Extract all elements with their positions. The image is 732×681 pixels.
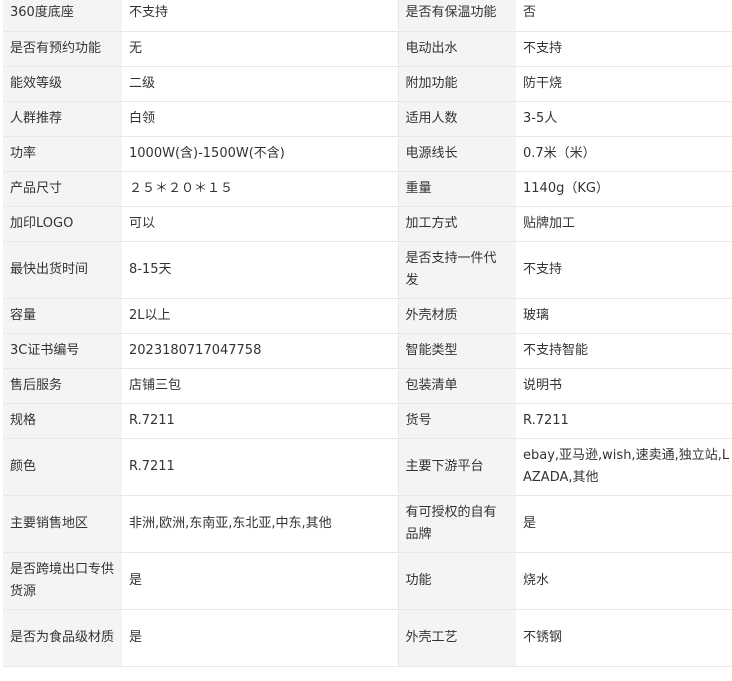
attribute-row: 能效等级 二级 附加功能 防干烧 (3, 66, 732, 102)
attribute-value-cell: 是 (122, 552, 399, 610)
attribute-name-cell: 最快出货时间 (3, 241, 122, 299)
attribute-name-cell: 适用人数 (398, 101, 516, 137)
attribute-name-cell: 主要下游平台 (398, 438, 516, 496)
attribute-value-cell: 2023180717047758 (122, 333, 399, 369)
attribute-name-cell: 是否为食品级材质 (3, 609, 122, 667)
attributes-table-body: 360度底座 不支持 是否有保温功能否是否有预约功能无电动出水 不支持 能效等级 二级 附加… (3, 0, 732, 667)
attribute-name-cell: 产品尺寸 (3, 171, 122, 207)
attribute-value-cell: 非洲,欧洲,东南亚,东北亚,中东,其他 (122, 495, 399, 553)
attribute-row: 功率 1000W(含)-1500W(不含) 电源线长 0.7米（米） (3, 136, 732, 172)
attribute-value-cell: R.7211 (516, 403, 732, 439)
attribute-value-cell: 说明书 (516, 368, 732, 404)
attribute-row: 最快出货时间 8-15天 是否支持一件代发 不支持 (3, 241, 732, 299)
attribute-value-cell: 防干烧 (516, 66, 732, 102)
attribute-row: 人群推荐 白领 适用人数 3-5人 (3, 101, 732, 137)
attribute-value-cell: R.7211 (122, 403, 399, 439)
attribute-name-cell: 电源线长 (398, 136, 516, 172)
attribute-value-cell: 8-15天 (122, 241, 399, 299)
attribute-value-cell: 不支持智能 (516, 333, 732, 369)
attribute-value-cell: 是 (516, 495, 732, 553)
attribute-value-cell: 玻璃 (516, 298, 732, 334)
attribute-value-cell: 0.7米（米） (516, 136, 732, 172)
attribute-name-cell: 是否有保温功能 (398, 0, 516, 32)
attribute-row: 是否跨境出口专供货源是功能 烧水 (3, 552, 732, 610)
attribute-row: 3C证书编号 2023180717047758 智能类型 不支持智能 (3, 333, 732, 369)
attribute-name-cell: 外壳材质 (398, 298, 516, 334)
attribute-name-cell: 外壳工艺 (398, 609, 516, 667)
attribute-name-cell: 电动出水 (398, 31, 516, 67)
attribute-value-cell: 店铺三包 (122, 368, 399, 404)
attribute-value-cell: 不锈钢 (516, 609, 732, 667)
attribute-name-cell: 重量 (398, 171, 516, 207)
attribute-name-cell: 3C证书编号 (3, 333, 122, 369)
attribute-row: 主要销售地区 非洲,欧洲,东南亚,东北亚,中东,其他 有可授权的自有品牌是 (3, 495, 732, 553)
attribute-value-cell: ２５＊２０＊１５ (122, 171, 399, 207)
attribute-row: 产品尺寸 ２５＊２０＊１５ 重量 1140g（KG） (3, 171, 732, 207)
attribute-name-cell: 功能 (398, 552, 516, 610)
attribute-name-cell: 360度底座 (3, 0, 122, 32)
attribute-name-cell: 功率 (3, 136, 122, 172)
attribute-name-cell: 是否支持一件代发 (398, 241, 516, 299)
attribute-name-cell: 包装清单 (398, 368, 516, 404)
attribute-value-cell: ebay,亚马逊,wish,速卖通,独立站,LAZADA,其他 (516, 438, 732, 496)
attribute-name-cell: 主要销售地区 (3, 495, 122, 553)
attribute-value-cell: 贴牌加工 (516, 206, 732, 242)
attribute-row: 颜色 R.7211 主要下游平台 ebay,亚马逊,wish,速卖通,独立站,LAZA… (3, 438, 732, 496)
attribute-value-cell: 3-5人 (516, 101, 732, 137)
attribute-value-cell: R.7211 (122, 438, 399, 496)
attribute-name-cell: 容量 (3, 298, 122, 334)
attribute-name-cell: 颜色 (3, 438, 122, 496)
attribute-value-cell: 二级 (122, 66, 399, 102)
attribute-row: 容量 2L以上 外壳材质 玻璃 (3, 298, 732, 334)
product-attributes-table: 360度底座 不支持 是否有保温功能否是否有预约功能无电动出水 不支持 能效等级 二级 附加… (3, 0, 732, 667)
attribute-value-cell: 可以 (122, 206, 399, 242)
attribute-name-cell: 加印LOGO (3, 206, 122, 242)
attribute-value-cell: 白领 (122, 101, 399, 137)
attribute-value-cell: 否 (516, 0, 732, 32)
attribute-value-cell: 不支持 (516, 31, 732, 67)
attribute-name-cell: 规格 (3, 403, 122, 439)
attribute-row: 规格 R.7211 货号 R.7211 (3, 403, 732, 439)
attribute-row: 360度底座 不支持 是否有保温功能否 (3, 0, 732, 32)
attribute-name-cell: 有可授权的自有品牌 (398, 495, 516, 553)
attribute-value-cell: 1140g（KG） (516, 171, 732, 207)
attribute-value-cell: 不支持 (516, 241, 732, 299)
attribute-row: 售后服务 店铺三包 包装清单 说明书 (3, 368, 732, 404)
attribute-row: 是否有预约功能无电动出水 不支持 (3, 31, 732, 67)
attribute-name-cell: 是否跨境出口专供货源 (3, 552, 122, 610)
attribute-name-cell: 售后服务 (3, 368, 122, 404)
attribute-name-cell: 智能类型 (398, 333, 516, 369)
attribute-value-cell: 烧水 (516, 552, 732, 610)
attribute-name-cell: 能效等级 (3, 66, 122, 102)
attribute-value-cell: 2L以上 (122, 298, 399, 334)
attribute-value-cell: 不支持 (122, 0, 399, 32)
attribute-value-cell: 1000W(含)-1500W(不含) (122, 136, 399, 172)
attribute-value-cell: 是 (122, 609, 399, 667)
attribute-name-cell: 加工方式 (398, 206, 516, 242)
attribute-name-cell: 人群推荐 (3, 101, 122, 137)
attribute-row: 是否为食品级材质是外壳工艺 不锈钢 (3, 609, 732, 667)
attribute-name-cell: 附加功能 (398, 66, 516, 102)
attribute-value-cell: 无 (122, 31, 399, 67)
attribute-name-cell: 货号 (398, 403, 516, 439)
attribute-row: 加印LOGO 可以 加工方式 贴牌加工 (3, 206, 732, 242)
attribute-name-cell: 是否有预约功能 (3, 31, 122, 67)
